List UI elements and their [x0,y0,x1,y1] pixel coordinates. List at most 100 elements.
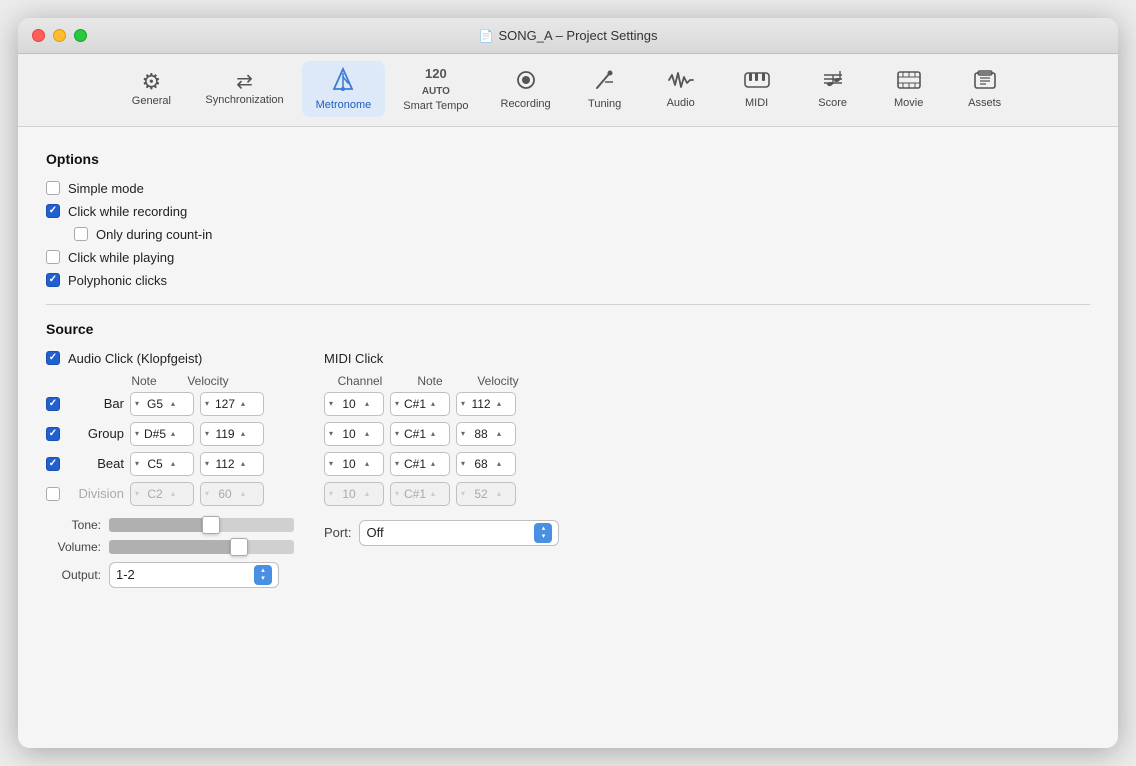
audio-beat-note-down[interactable]: ▾ [135,460,139,468]
polyphonic-clicks-checkbox[interactable] [46,273,60,287]
midi-icon [744,69,770,95]
audio-beat-vel-down[interactable]: ▾ [205,460,209,468]
audio-bar-vel-spinner[interactable]: ▾ 127 ▴ [200,392,264,416]
volume-thumb[interactable] [230,538,248,556]
audio-division-vel-down: ▾ [205,490,209,498]
midi-bar-note-up[interactable]: ▴ [431,400,435,408]
only-during-count-in-row: Only during count-in [46,227,1090,242]
midi-bar-note-spinner[interactable]: ▾ C#1 ▴ [390,392,450,416]
audio-beat-vel-up[interactable]: ▴ [241,460,245,468]
midi-column: MIDI Click Channel Note Velocity ▾ 10 ▴ [324,351,559,546]
midi-group-chan-down[interactable]: ▾ [329,430,333,438]
audio-bar-note-down[interactable]: ▾ [135,400,139,408]
midi-group-vel-up[interactable]: ▴ [497,430,501,438]
audio-group-note-down[interactable]: ▾ [135,430,139,438]
port-stepper-down[interactable]: ▾ [542,533,546,540]
midi-bar-vel-spinner[interactable]: ▾ 112 ▴ [456,392,516,416]
click-while-recording-checkbox[interactable] [46,204,60,218]
midi-bar-row: ▾ 10 ▴ ▾ C#1 ▴ ▾ 112 ▴ [324,392,559,416]
only-during-count-in-label: Only during count-in [96,227,212,242]
minimize-button[interactable] [53,29,66,42]
port-stepper-up[interactable]: ▴ [542,525,546,532]
midi-group-vel-spinner[interactable]: ▾ 88 ▴ [456,422,516,446]
midi-beat-note-down[interactable]: ▾ [395,460,399,468]
section-divider [46,304,1090,305]
tab-metronome[interactable]: Metronome [302,61,386,117]
port-select[interactable]: Off ▴ ▾ [359,520,559,546]
midi-bar-chan-spinner[interactable]: ▾ 10 ▴ [324,392,384,416]
audio-beat-note-up[interactable]: ▴ [171,460,175,468]
audio-group-vel-down[interactable]: ▾ [205,430,209,438]
output-stepper-up[interactable]: ▴ [261,567,265,574]
audio-bar-note-spinner[interactable]: ▾ G5 ▴ [130,392,194,416]
midi-channel-header: Channel [324,374,396,388]
output-stepper[interactable]: ▴ ▾ [254,565,272,585]
document-icon: 📄 [479,29,494,43]
midi-group-note-down[interactable]: ▾ [395,430,399,438]
audio-group-vel-up[interactable]: ▴ [241,430,245,438]
audio-beat-vel-spinner[interactable]: ▾ 112 ▴ [200,452,264,476]
simple-mode-checkbox[interactable] [46,181,60,195]
tab-score[interactable]: Score [797,63,869,115]
audio-group-checkbox[interactable] [46,427,60,441]
tab-tuning[interactable]: Tuning [569,62,641,116]
tab-midi[interactable]: MIDI [721,63,793,115]
midi-bar-vel-down[interactable]: ▾ [461,400,465,408]
port-stepper[interactable]: ▴ ▾ [534,523,552,543]
output-select[interactable]: 1-2 ▴ ▾ [109,562,279,588]
midi-beat-chan-down[interactable]: ▾ [329,460,333,468]
audio-bar-vel-up[interactable]: ▴ [241,400,245,408]
tab-general[interactable]: ⚙ General [115,65,187,113]
midi-group-chan-up[interactable]: ▴ [365,430,369,438]
audio-group-note-up[interactable]: ▴ [171,430,175,438]
midi-bar-chan-up[interactable]: ▴ [365,400,369,408]
midi-beat-chan-up[interactable]: ▴ [365,460,369,468]
midi-bar-chan-value: 10 [335,397,363,411]
score-icon [820,69,846,95]
tab-synchronization[interactable]: ⇄ Synchronization [191,66,297,112]
tab-recording[interactable]: Recording [487,62,565,116]
midi-bar-chan-down[interactable]: ▾ [329,400,333,408]
volume-label: Volume: [46,540,101,554]
only-during-count-in-checkbox[interactable] [74,227,88,241]
midi-beat-note-spinner[interactable]: ▾ C#1 ▴ [390,452,450,476]
audio-bar-checkbox[interactable] [46,397,60,411]
midi-bar-note-down[interactable]: ▾ [395,400,399,408]
midi-group-note-spinner[interactable]: ▾ C#1 ▴ [390,422,450,446]
tone-thumb[interactable] [202,516,220,534]
source-body: Audio Click (Klopfgeist) Note Velocity B… [46,351,1090,588]
audio-division-checkbox[interactable] [46,487,60,501]
audio-beat-checkbox[interactable] [46,457,60,471]
maximize-button[interactable] [74,29,87,42]
volume-slider[interactable] [109,540,294,554]
audio-bar-note-up[interactable]: ▴ [171,400,175,408]
audio-beat-note-spinner[interactable]: ▾ C5 ▴ [130,452,194,476]
tab-smart-tempo[interactable]: 120AUTO Smart Tempo [389,60,482,118]
audio-bar-note-value: G5 [141,397,169,411]
audio-group-note-spinner[interactable]: ▾ D#5 ▴ [130,422,194,446]
midi-group-note-up[interactable]: ▴ [431,430,435,438]
midi-group-chan-spinner[interactable]: ▾ 10 ▴ [324,422,384,446]
midi-beat-note-up[interactable]: ▴ [431,460,435,468]
click-while-playing-checkbox[interactable] [46,250,60,264]
midi-group-note-value: C#1 [401,427,429,441]
output-stepper-down[interactable]: ▾ [261,575,265,582]
tab-movie[interactable]: Movie [873,63,945,115]
gear-icon: ⚙ [141,71,161,93]
midi-group-vel-value: 88 [467,427,495,441]
audio-group-vel-spinner[interactable]: ▾ 119 ▴ [200,422,264,446]
audio-division-vel-up: ▴ [241,490,245,498]
midi-beat-chan-spinner[interactable]: ▾ 10 ▴ [324,452,384,476]
audio-velocity-header: Velocity [176,374,240,388]
midi-beat-vel-spinner[interactable]: ▾ 68 ▴ [456,452,516,476]
close-button[interactable] [32,29,45,42]
midi-group-vel-down[interactable]: ▾ [461,430,465,438]
tone-slider[interactable] [109,518,294,532]
midi-beat-vel-down[interactable]: ▾ [461,460,465,468]
midi-beat-vel-up[interactable]: ▴ [497,460,501,468]
audio-click-checkbox[interactable] [46,351,60,365]
midi-bar-vel-up[interactable]: ▴ [497,400,501,408]
tab-audio[interactable]: Audio [645,63,717,115]
audio-bar-vel-down[interactable]: ▾ [205,400,209,408]
tab-assets[interactable]: Assets [949,63,1021,115]
